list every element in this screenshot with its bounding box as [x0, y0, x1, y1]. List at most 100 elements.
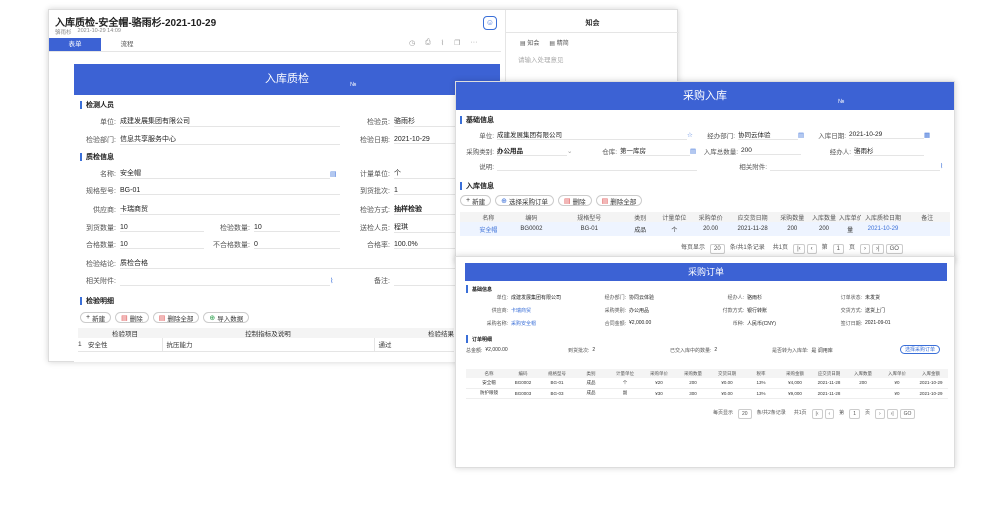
- po-col-2: 规格型号: [577, 215, 602, 222]
- po-select-order-button[interactable]: ⊕ 选择采购订单: [495, 195, 554, 206]
- order-field-0-0[interactable]: 单位: 成建发展集团有限公司: [466, 294, 561, 301]
- product-name-field[interactable]: 安全帽: [120, 168, 330, 179]
- col-result: 检验结果: [428, 331, 454, 338]
- first-page-button[interactable]: |‹: [793, 244, 805, 254]
- order-cell-1-11: [846, 388, 880, 398]
- order-page-input[interactable]: 1: [849, 409, 860, 419]
- order-cell-1-9: ¥9,000: [788, 390, 802, 396]
- po-date-field[interactable]: 2021-10-29: [849, 131, 924, 139]
- robot-icon[interactable]: ☺: [483, 16, 497, 30]
- order-select-button[interactable]: 选择采购订单: [900, 345, 941, 354]
- qc-title: 入库质检: [265, 73, 309, 85]
- po-delete-button[interactable]: ▤ 删除: [557, 195, 592, 206]
- po-warehouse-field[interactable]: 第一库房: [620, 145, 690, 156]
- po-col-6: 应交货日期: [737, 215, 768, 222]
- po-delete-all-button[interactable]: ▤ 删除全部: [595, 195, 643, 206]
- order-field-1-1[interactable]: 采购类别: 办公用品: [584, 307, 649, 314]
- paperclip-icon[interactable]: ⌇: [330, 277, 340, 285]
- brief-tab[interactable]: ▤ 精简: [549, 38, 568, 47]
- order-field-2-2[interactable]: 币种: 人民币(CNY): [702, 320, 776, 327]
- po-page-input[interactable]: 1: [832, 244, 844, 254]
- spec-field[interactable]: BG-01: [120, 187, 340, 195]
- order-prev-page-button[interactable]: ‹: [824, 409, 835, 419]
- order-field-2-3[interactable]: 签订日期: 2021-09-01: [820, 320, 891, 327]
- po-dept-field[interactable]: 协同云体验: [738, 129, 798, 140]
- qc-import-button[interactable]: ⊕ 导入数据: [203, 312, 250, 323]
- qc-attach-field[interactable]: [120, 277, 330, 286]
- order-field-1-3[interactable]: 交货方式: 送货上门: [820, 307, 885, 314]
- qc-delete-button[interactable]: ▤ 删除: [115, 312, 149, 323]
- table-row[interactable]: 1 安全性 抗压能力 通过: [78, 338, 454, 351]
- lookup-icon[interactable]: ▤: [330, 170, 340, 178]
- attach-icon[interactable]: ⌇: [441, 39, 444, 47]
- chevron-down-icon[interactable]: ⌄: [567, 147, 577, 155]
- prev-page-button[interactable]: ‹: [806, 244, 817, 254]
- plus-icon: +: [86, 314, 91, 321]
- order-cell-1-6: 300: [689, 390, 697, 396]
- po-desc-field[interactable]: [497, 162, 697, 171]
- trash-all-icon: ▤: [601, 197, 609, 205]
- result-field[interactable]: 质检合格: [120, 258, 480, 269]
- table-row[interactable]: 安全帽 BG0002 BG-01 成品 个 20.00 2021-11-28 200 200 量 2…: [460, 222, 950, 236]
- order-field-0-3[interactable]: 订单状态: 未发货: [820, 294, 880, 301]
- purchase-order-window: 采购订单 基础信息 单位: 成建发展集团有限公司 经办部门: 协同云体验 经办人: 骆雨杉…: [455, 256, 955, 468]
- warehouse-icon[interactable]: ▤: [690, 147, 700, 155]
- po-new-button[interactable]: + 新建: [460, 195, 492, 206]
- order-next-page-button[interactable]: ›: [874, 409, 885, 419]
- po-paperclip-icon[interactable]: ⌇: [940, 162, 948, 170]
- table-row[interactable]: 安全帽 BG0002 BG-01 成品 个 ¥20 200 ¥0.00 13% ¥4,000 202…: [466, 378, 948, 388]
- checked-qty-field[interactable]: 10: [254, 224, 340, 232]
- po-go-button[interactable]: GO: [885, 244, 903, 254]
- pass-qty-field[interactable]: 10: [120, 241, 204, 249]
- calendar-icon[interactable]: ▦: [924, 131, 932, 139]
- order-field-2-1[interactable]: 合同金额: ¥2,000.00: [584, 320, 652, 327]
- order-first-page-button[interactable]: |‹: [811, 409, 823, 419]
- trash-icon: ▤: [121, 314, 128, 322]
- order-field-0-1[interactable]: 经办部门: 协同云体验: [584, 294, 654, 301]
- po-cell-0[interactable]: 安全帽: [469, 222, 508, 236]
- order-go-button[interactable]: GO: [899, 409, 916, 419]
- po-col-7: 采购数量: [780, 215, 805, 222]
- more-icon[interactable]: ···: [470, 39, 477, 47]
- order-last-page-button[interactable]: ›|: [886, 409, 898, 419]
- po-type-select[interactable]: 办公用品: [497, 145, 567, 156]
- copy-icon[interactable]: ❐: [454, 39, 460, 47]
- history-icon[interactable]: ◷: [409, 39, 415, 47]
- po-attach-field[interactable]: [770, 162, 940, 171]
- tab-form[interactable]: 表单: [49, 38, 101, 51]
- order-field-2-0[interactable]: 采购名称: 采购安全帽: [466, 320, 536, 327]
- comment-input[interactable]: 请输入处理意见: [518, 54, 564, 64]
- dept-field[interactable]: 信息共享服务中心: [120, 134, 340, 145]
- order-field-1-0[interactable]: 供应商: 卡瑞商贸: [466, 307, 531, 314]
- last-page-button[interactable]: ›|: [872, 244, 884, 254]
- col-item: 检验项目: [112, 331, 138, 338]
- po-pager: 每页显示 20 条/共1条记录 共1页 |‹ ‹ 第 1 页 › ›| GO: [676, 244, 903, 254]
- po-page-size[interactable]: 20: [710, 244, 725, 254]
- tab-flow[interactable]: 流程: [101, 38, 153, 51]
- unit-field[interactable]: 成建发展集团有限公司: [120, 116, 340, 127]
- po-handler-field[interactable]: 骆雨杉: [854, 145, 924, 156]
- order-page-size[interactable]: 20: [738, 409, 752, 419]
- order-cell-1-12: ¥0: [894, 390, 900, 396]
- table-row[interactable]: 防护眼镜 BG0003 BG-03 成品 副 ¥30 300 ¥0.00 13% ¥9,000 20…: [466, 388, 948, 398]
- next-page-button[interactable]: ›: [860, 244, 870, 254]
- order-field-1-2[interactable]: 付款方式: 银行转账: [702, 307, 767, 314]
- dept-picker-icon[interactable]: ▤: [798, 131, 808, 139]
- order-col-11: 入库数量: [854, 370, 872, 376]
- qc-new-button[interactable]: + 新建: [80, 312, 112, 323]
- po-total-field[interactable]: 200: [741, 147, 801, 155]
- supplier-field[interactable]: 卡瑞商贸: [120, 204, 340, 215]
- notice-tab[interactable]: ▤ 知会: [520, 38, 539, 47]
- order-cell-1-10: 2021-11-28: [817, 390, 841, 396]
- print-icon[interactable]: ⎙: [425, 39, 431, 47]
- order-col-6: 采购数量: [684, 370, 702, 376]
- order-section-detail: 订单明细: [466, 335, 492, 343]
- qc-delete-all-button[interactable]: ▤ 删除全部: [152, 312, 200, 323]
- po-unit-field[interactable]: 成建发展集团有限公司: [497, 129, 687, 140]
- po-title: 采购入库: [683, 90, 727, 102]
- order-field-0-2[interactable]: 经办人: 骆雨杉: [702, 294, 762, 301]
- arrive-qty-field[interactable]: 10: [120, 224, 204, 232]
- fail-qty-field[interactable]: 0: [254, 241, 340, 249]
- star-icon[interactable]: ☆: [687, 131, 697, 139]
- order-section-base: 基础信息: [466, 285, 492, 293]
